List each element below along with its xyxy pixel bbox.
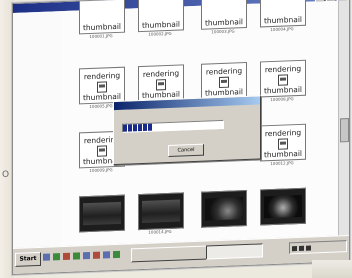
document-icon xyxy=(219,76,229,89)
document-icon xyxy=(97,81,107,93)
photo-preview xyxy=(83,201,121,226)
scrollbar-thumb[interactable] xyxy=(340,118,349,143)
thumbnail-placeholder-text: thumbnail xyxy=(82,21,122,33)
quick-launch-icon[interactable] xyxy=(73,252,80,260)
thumbnail-item[interactable]: rendering thumbnail 100012.JPG xyxy=(260,123,306,172)
cancel-button[interactable]: Cancel xyxy=(168,143,204,158)
start-button[interactable]: Start xyxy=(15,251,41,267)
thumbnail-caption: 100004.JPG xyxy=(270,26,294,33)
thumbnail-placeholder-text: rendering xyxy=(264,127,302,139)
thumbnail-item[interactable]: thumbnail 100004.JPG xyxy=(260,0,306,37)
thumbnail-placeholder-text: thumbnail xyxy=(263,14,303,26)
thumbnail-item[interactable]: thumbnail 100001.JPG xyxy=(79,0,125,44)
progress-dialog: Cancel xyxy=(113,95,261,166)
thumbnail-image xyxy=(201,189,247,228)
thumbnail-caption: 100003.JPG xyxy=(211,28,235,35)
thumbnail-item[interactable]: rendering thumbnail 100008.JPG xyxy=(260,59,306,108)
page-stray-letter: O xyxy=(2,170,10,180)
thumbnail-placeholder: thumbnail xyxy=(79,0,125,35)
tray-icon[interactable] xyxy=(299,245,304,251)
quick-launch-icon[interactable] xyxy=(63,252,70,261)
thumbnail-placeholder: rendering thumbnail xyxy=(260,59,306,98)
folder-pane xyxy=(13,11,62,249)
thumbnail-image xyxy=(260,187,306,226)
taskbar-task-active[interactable] xyxy=(206,243,263,260)
photo-preview xyxy=(205,197,243,221)
tray-icon[interactable] xyxy=(306,245,311,251)
thumbnail-placeholder-text: thumbnail xyxy=(263,84,303,96)
document-icon xyxy=(156,79,166,91)
thumbnail-item[interactable] xyxy=(79,194,125,243)
thumbnail-placeholder-text: rendering xyxy=(264,63,302,75)
vertical-scrollbar[interactable] xyxy=(338,0,349,237)
thumbnail-item[interactable] xyxy=(260,187,306,236)
taskbar-task-button[interactable] xyxy=(131,245,208,263)
document-icon xyxy=(278,138,288,150)
document-icon xyxy=(97,145,107,157)
quick-launch-icon[interactable] xyxy=(43,253,50,261)
thumbnail-item[interactable]: 100014.JPG xyxy=(138,192,184,240)
thumbnail-caption: 100001.JPG xyxy=(89,33,113,40)
tray-icon[interactable] xyxy=(292,246,297,252)
photo-preview xyxy=(142,199,180,224)
quick-launch-icon[interactable] xyxy=(113,250,120,259)
thumbnail-placeholder-text: thumbnail xyxy=(141,19,181,31)
quick-launch-icon[interactable] xyxy=(53,253,60,261)
thumbnail-placeholder-text: rendering xyxy=(142,68,180,79)
progress-bar-fill xyxy=(123,123,153,132)
thumbnail-placeholder: rendering thumbnail xyxy=(138,64,184,103)
thumbnail-placeholder: thumbnail xyxy=(260,0,306,28)
thumbnail-placeholder: rendering thumbnail xyxy=(201,61,247,100)
thumbnail-placeholder: rendering thumbnail xyxy=(79,66,125,105)
page-corner xyxy=(312,260,352,278)
thumbnail-placeholder-text: thumbnail xyxy=(204,17,244,28)
tray-icons xyxy=(292,245,311,252)
thumbnail-placeholder-text: rendering xyxy=(83,70,121,82)
thumbnail-caption: 100008.JPG xyxy=(270,96,294,103)
progress-bar xyxy=(122,119,224,133)
document-icon xyxy=(278,74,288,86)
thumbnail-caption: 100009.JPG xyxy=(89,167,113,174)
thumbnail-item[interactable]: thumbnail 100002.JPG xyxy=(138,0,184,42)
quick-launch-icon[interactable] xyxy=(103,251,110,259)
quick-launch-icon[interactable] xyxy=(83,252,90,260)
thumbnail-item[interactable] xyxy=(201,189,247,238)
thumbnail-image xyxy=(79,194,125,233)
monitor-screen: _ □ × thumbnail 100001.JPG thumbnail 100… xyxy=(12,0,350,275)
thumbnail-placeholder: thumbnail xyxy=(201,0,247,30)
thumbnail-placeholder: rendering thumbnail xyxy=(260,123,306,162)
thumbnail-placeholder: thumbnail xyxy=(138,0,184,33)
thumbnail-image xyxy=(138,192,184,231)
system-tray xyxy=(289,240,347,255)
thumbnail-placeholder-text: thumbnail xyxy=(263,148,303,160)
quick-launch-bar xyxy=(43,250,120,261)
photo-preview xyxy=(264,194,302,219)
thumbnail-placeholder-text: rendering xyxy=(205,66,243,77)
thumbnail-caption: 100012.JPG xyxy=(270,160,294,167)
thumbnail-caption: 100014.JPG xyxy=(148,228,172,235)
thumbnail-item[interactable]: thumbnail 100003.JPG xyxy=(201,0,247,40)
quick-launch-icon[interactable] xyxy=(93,251,100,259)
thumbnail-caption: 100002.JPG xyxy=(148,30,172,37)
